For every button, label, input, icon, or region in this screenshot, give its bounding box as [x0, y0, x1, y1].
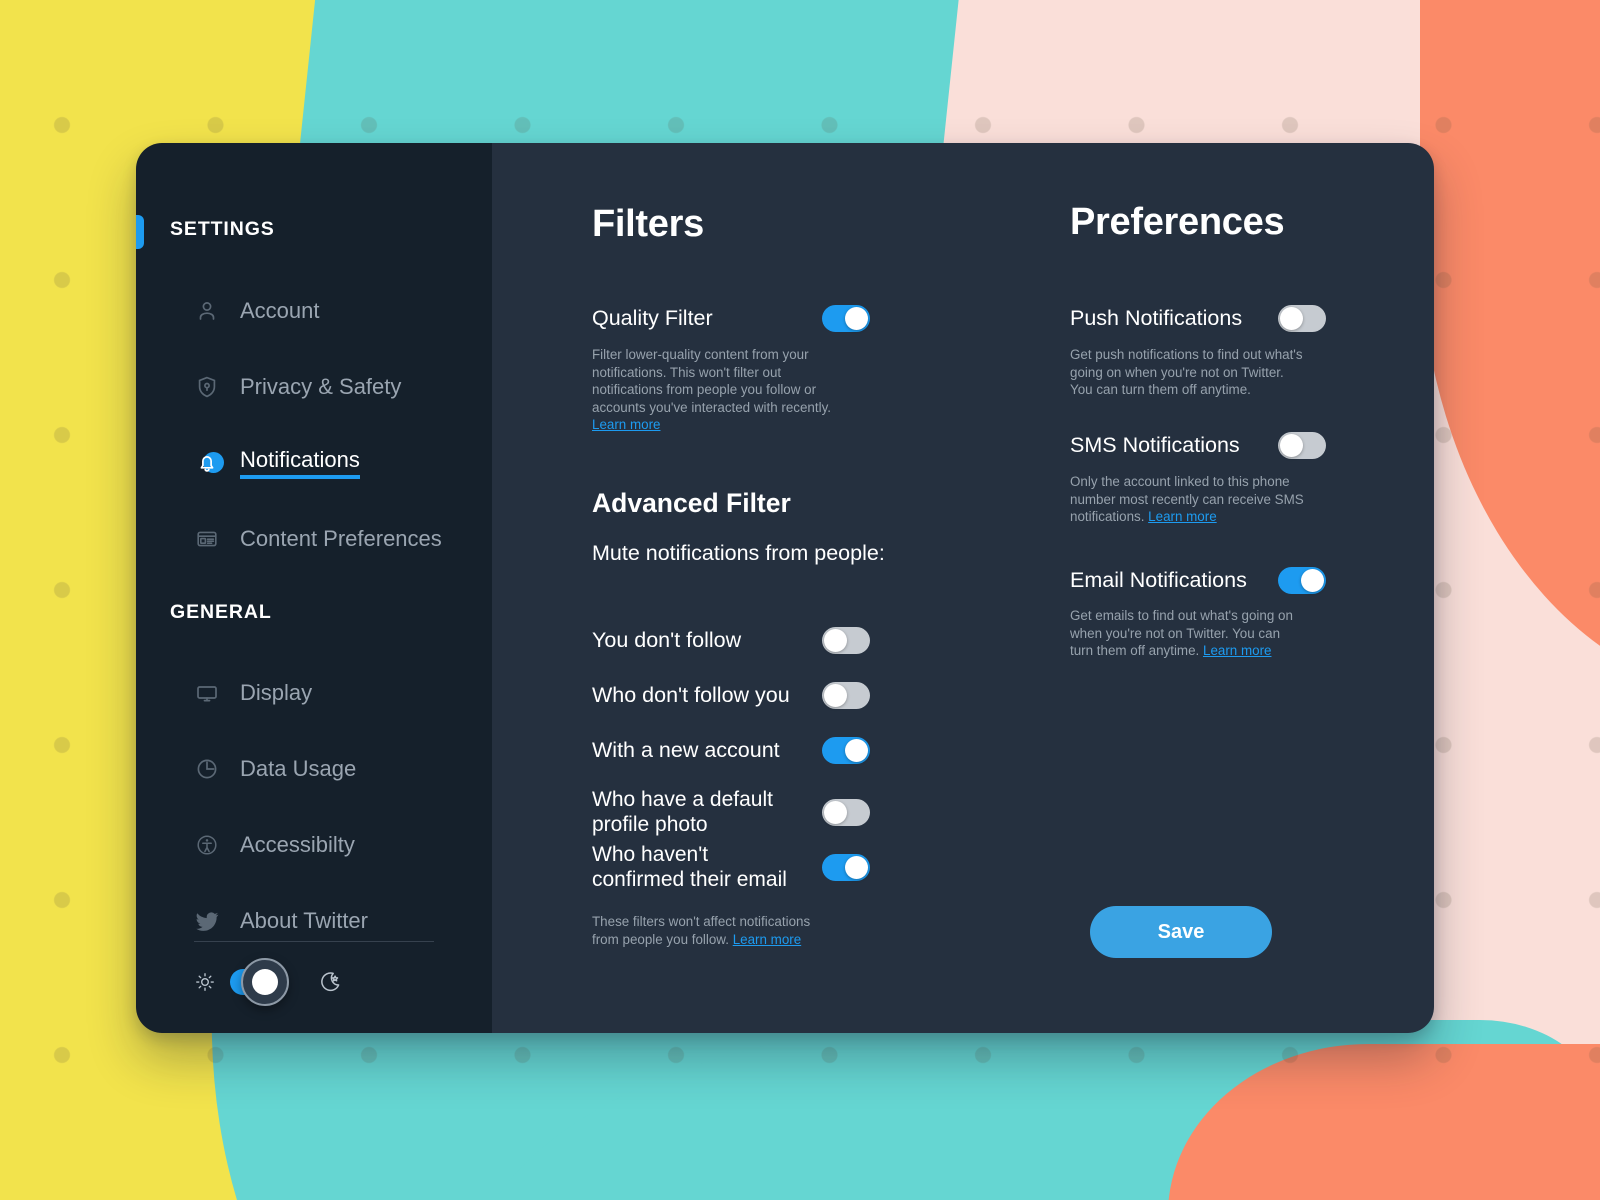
- content-panel: Filters Quality Filter Filter lower-qual…: [492, 143, 1434, 1033]
- sidebar-item-label: Content Preferences: [240, 526, 442, 551]
- push-notifications-description-block: Get push notifications to find out what'…: [1070, 346, 1304, 399]
- advanced-filter-row: Who haven't confirmed their email: [592, 842, 870, 892]
- advanced-filter-row: Who have a default profile photo: [592, 787, 870, 837]
- theme-toggle-knob: [241, 958, 289, 1006]
- sidebar-item-content-preferences[interactable]: Content Preferences: [136, 501, 492, 577]
- sidebar-item-label: Privacy & Safety: [240, 374, 402, 399]
- screen: SETTINGS Account Privacy & Safety Notifi…: [0, 0, 1600, 1200]
- sidebar-item-label: Data Usage: [240, 756, 357, 781]
- advanced-filter-label: Who haven't confirmed their email: [592, 843, 787, 891]
- preferences-heading: Preferences: [1070, 201, 1285, 243]
- sidebar-settings-list: Account Privacy & Safety Notifications C…: [136, 273, 492, 577]
- sidebar-item-accessibility[interactable]: Accessibilty: [136, 807, 492, 883]
- quality-filter-row: Quality Filter: [592, 305, 870, 332]
- bell-icon: [194, 450, 224, 476]
- toggle-knob: [1301, 569, 1324, 592]
- sidebar-item-label: About Twitter: [240, 908, 368, 933]
- sms-notifications-row: SMS Notifications: [1070, 432, 1326, 459]
- advanced-filter-footnote-block: These filters won't affect notifications…: [592, 913, 824, 948]
- sun-icon: [194, 971, 216, 993]
- toggle-knob: [845, 855, 868, 879]
- advanced-filter-row: You don't follow: [592, 627, 870, 654]
- quality-filter-description: Filter lower-quality content from your n…: [592, 347, 831, 415]
- sms-notifications-learn-more-link[interactable]: Learn more: [1148, 509, 1216, 524]
- email-notifications-learn-more-link[interactable]: Learn more: [1203, 643, 1271, 658]
- sidebar-general-list: Display Data Usage Accessibilty About Tw…: [136, 655, 492, 959]
- toggle-knob: [1280, 434, 1303, 457]
- sidebar-item-data-usage[interactable]: Data Usage: [136, 731, 492, 807]
- email-notifications-row: Email Notifications: [1070, 567, 1326, 594]
- sidebar-item-label: Display: [240, 680, 313, 705]
- toggle-knob: [845, 307, 868, 330]
- quality-filter-learn-more-link[interactable]: Learn more: [592, 417, 660, 432]
- sidebar-item-privacy-safety[interactable]: Privacy & Safety: [136, 349, 492, 425]
- theme-switch-row: [194, 958, 342, 1006]
- email-notifications-toggle[interactable]: [1278, 567, 1326, 594]
- sidebar-accent-tab: [136, 215, 144, 249]
- push-notifications-toggle[interactable]: [1278, 305, 1326, 332]
- sidebar-item-display[interactable]: Display: [136, 655, 492, 731]
- toggle-knob: [824, 800, 847, 824]
- toggle-knob: [1280, 307, 1303, 330]
- quality-filter-toggle[interactable]: [822, 305, 870, 332]
- advanced-filter-row: Who don't follow you: [592, 682, 870, 709]
- content-card-icon: [194, 526, 220, 552]
- sidebar-item-about-twitter[interactable]: About Twitter: [136, 883, 492, 959]
- sms-notifications-label: SMS Notifications: [1070, 433, 1240, 457]
- quality-filter-label: Quality Filter: [592, 306, 713, 330]
- settings-card: SETTINGS Account Privacy & Safety Notifi…: [136, 143, 1434, 1033]
- push-notifications-row: Push Notifications: [1070, 305, 1326, 332]
- advanced-filter-subheading: Mute notifications from people:: [592, 541, 885, 565]
- advanced-filter-toggle[interactable]: [822, 798, 870, 826]
- shield-lock-icon: [194, 374, 220, 400]
- dark-mode-toggle[interactable]: [230, 958, 289, 1006]
- filters-heading: Filters: [592, 203, 704, 245]
- advanced-filter-toggle[interactable]: [822, 853, 870, 881]
- sidebar-item-label: Account: [240, 298, 320, 323]
- accessibility-icon: [194, 832, 220, 858]
- sidebar-item-account[interactable]: Account: [136, 273, 492, 349]
- advanced-filter-row: With a new account: [592, 737, 870, 764]
- sidebar-item-label: Accessibilty: [240, 832, 355, 857]
- email-notifications-label: Email Notifications: [1070, 568, 1247, 592]
- quality-filter-description-block: Filter lower-quality content from your n…: [592, 346, 844, 434]
- email-notifications-description-block: Get emails to find out what's going on w…: [1070, 607, 1302, 660]
- advanced-filter-label: Who have a default profile photo: [592, 788, 773, 836]
- toggle-knob: [845, 739, 868, 762]
- sms-notifications-description-block: Only the account linked to this phone nu…: [1070, 473, 1308, 526]
- sidebar-section-general-title: GENERAL: [170, 601, 272, 623]
- sidebar-item-label: Notifications: [240, 447, 360, 479]
- toggle-knob: [824, 629, 847, 652]
- advanced-filter-label: With a new account: [592, 738, 780, 762]
- person-icon: [194, 298, 220, 324]
- monitor-icon: [194, 680, 220, 706]
- moon-star-icon: [318, 970, 342, 994]
- toggle-knob: [824, 684, 847, 707]
- advanced-filter-label: Who don't follow you: [592, 683, 790, 707]
- advanced-filter-toggle[interactable]: [822, 682, 870, 709]
- sidebar-item-notifications[interactable]: Notifications: [136, 425, 492, 501]
- push-notifications-description: Get push notifications to find out what'…: [1070, 347, 1303, 397]
- advanced-filter-learn-more-link[interactable]: Learn more: [733, 932, 801, 947]
- twitter-bird-icon: [194, 908, 220, 934]
- sms-notifications-toggle[interactable]: [1278, 432, 1326, 459]
- push-notifications-label: Push Notifications: [1070, 306, 1243, 330]
- data-usage-clock-icon: [194, 756, 220, 782]
- sidebar: SETTINGS Account Privacy & Safety Notifi…: [136, 143, 492, 1033]
- advanced-filter-heading: Advanced Filter: [592, 488, 791, 518]
- sidebar-divider: [194, 941, 434, 942]
- advanced-filter-label: You don't follow: [592, 628, 742, 652]
- advanced-filter-toggle[interactable]: [822, 627, 870, 654]
- advanced-filter-toggle[interactable]: [822, 737, 870, 764]
- sidebar-section-settings-title: SETTINGS: [170, 218, 275, 240]
- save-button[interactable]: Save: [1090, 906, 1272, 958]
